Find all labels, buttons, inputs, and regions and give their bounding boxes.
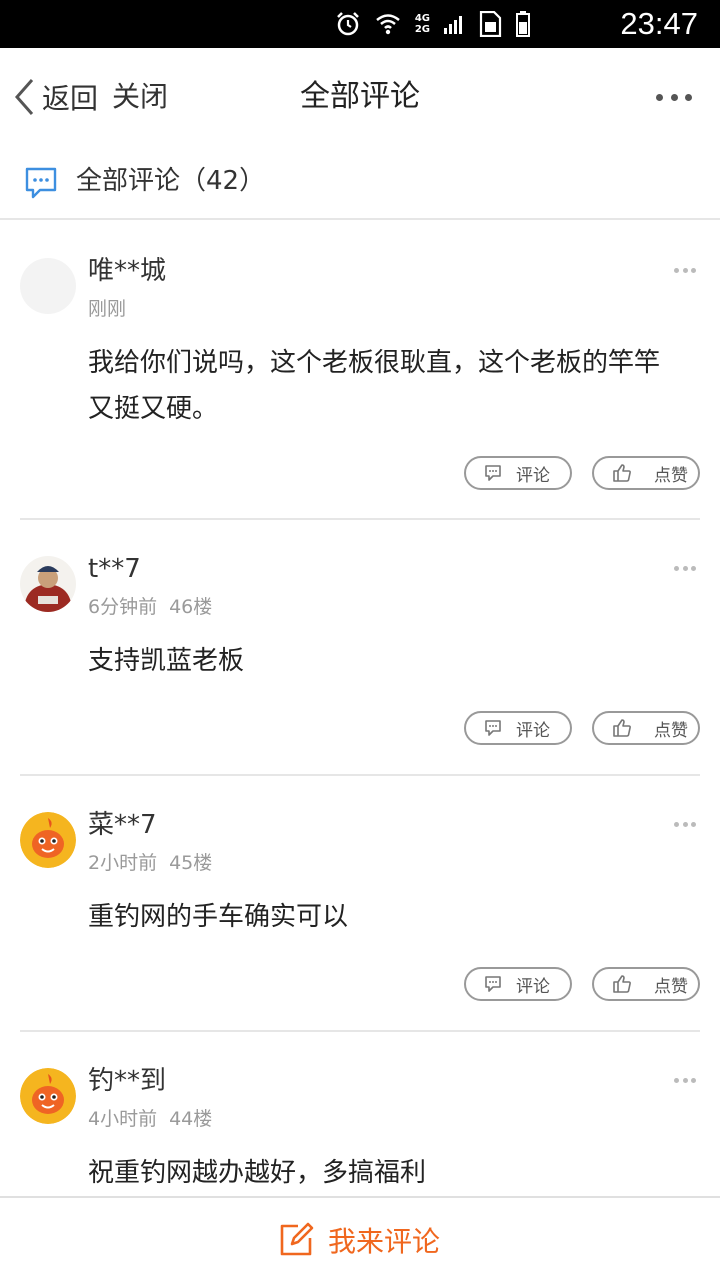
more-dot-icon bbox=[674, 1078, 679, 1083]
more-dot-icon bbox=[691, 566, 696, 571]
comment-item: 菜**7 2小时前 45楼 重钓网的手车确实可以 评论 点赞 bbox=[20, 776, 700, 1032]
like-label: 点赞 bbox=[654, 976, 688, 997]
reply-label: 评论 bbox=[516, 720, 550, 741]
more-dot-icon bbox=[682, 566, 688, 571]
avatar[interactable] bbox=[20, 556, 76, 612]
chevron-left-icon bbox=[14, 79, 34, 115]
nav-bar: 返回 关闭 全部评论 bbox=[0, 48, 720, 146]
more-dot-icon bbox=[682, 1078, 688, 1083]
like-button[interactable]: 点赞 bbox=[592, 967, 700, 1001]
alarm-icon bbox=[336, 12, 359, 36]
comment-item: t**7 6分钟前 46楼 支持凯蓝老板 评论 点赞 bbox=[20, 520, 700, 776]
comment-more-button[interactable] bbox=[674, 822, 696, 830]
reply-button[interactable]: 评论 bbox=[464, 456, 572, 490]
comment-username[interactable]: 唯**城 bbox=[88, 254, 166, 288]
comment-time: 4小时前 bbox=[88, 1108, 158, 1130]
more-dot-icon bbox=[691, 1078, 696, 1083]
comment-username[interactable]: t**7 bbox=[88, 552, 141, 586]
user-photo-icon bbox=[20, 556, 76, 612]
thumbs-up-icon bbox=[613, 975, 631, 993]
more-dot-icon bbox=[691, 822, 696, 827]
comment-floor: 46楼 bbox=[169, 596, 213, 618]
reply-label: 评论 bbox=[516, 976, 550, 997]
comment-bubble-icon bbox=[25, 167, 57, 199]
comment-meta: 刚刚 bbox=[88, 296, 126, 322]
status-bar: 4G 2G 23:47 bbox=[0, 0, 720, 48]
comment-time: 6分钟前 bbox=[88, 596, 158, 618]
network-4g: 4G bbox=[414, 13, 430, 24]
more-options-button[interactable] bbox=[656, 86, 692, 108]
comment-meta: 6分钟前 46楼 bbox=[88, 594, 212, 620]
comment-floor: 44楼 bbox=[169, 1108, 213, 1130]
like-button[interactable]: 点赞 bbox=[592, 711, 700, 745]
comment-more-button[interactable] bbox=[674, 566, 696, 574]
back-label: 返回 bbox=[42, 82, 99, 115]
comments-count-label: 全部评论（42） bbox=[76, 166, 266, 196]
sim-icon bbox=[479, 11, 502, 37]
edit-icon bbox=[280, 1222, 314, 1256]
comment-more-button[interactable] bbox=[674, 268, 696, 276]
comment-time: 刚刚 bbox=[88, 298, 127, 320]
comment-text: 重钓网的手车确实可以 bbox=[88, 902, 349, 932]
like-button[interactable]: 点赞 bbox=[592, 456, 700, 490]
more-dot-icon bbox=[682, 268, 688, 273]
comment-meta: 4小时前 44楼 bbox=[88, 1106, 212, 1132]
comment-text: 祝重钓网越办越好，多搞福利 bbox=[88, 1158, 427, 1188]
close-button[interactable]: 关闭 bbox=[112, 72, 168, 122]
mascot-avatar-icon bbox=[20, 1068, 76, 1124]
comment-username[interactable]: 菜**7 bbox=[88, 808, 157, 842]
more-dot-icon bbox=[656, 93, 663, 101]
avatar[interactable] bbox=[20, 1068, 76, 1124]
more-dot-icon bbox=[682, 822, 688, 827]
comment-text: 支持凯蓝老板 bbox=[88, 646, 245, 676]
wifi-icon bbox=[376, 14, 400, 35]
back-button[interactable]: 返回 bbox=[12, 72, 98, 122]
page-title: 全部评论 bbox=[300, 79, 420, 114]
battery-icon bbox=[516, 11, 530, 37]
comment-time: 2小时前 bbox=[88, 852, 158, 874]
more-dot-icon bbox=[685, 93, 692, 101]
write-comment-button[interactable]: 我来评论 bbox=[278, 1218, 440, 1262]
mascot-avatar-icon bbox=[20, 812, 76, 868]
thumbs-up-icon bbox=[613, 719, 631, 737]
comment-icon bbox=[485, 976, 501, 992]
more-dot-icon bbox=[674, 822, 679, 827]
bottom-bar: 我来评论 bbox=[0, 1196, 720, 1280]
avatar[interactable] bbox=[20, 812, 76, 868]
comment-text: 我给你们说吗，这个老板很耿直，这个老板的竿竿又挺又硬。 bbox=[88, 348, 661, 424]
comment-item: 钓**到 4小时前 44楼 祝重钓网越办越好，多搞福利 bbox=[20, 1032, 700, 1196]
write-comment-label: 我来评论 bbox=[328, 1225, 441, 1258]
comment-more-button[interactable] bbox=[674, 1078, 696, 1086]
like-label: 点赞 bbox=[654, 465, 688, 486]
more-dot-icon bbox=[674, 268, 679, 273]
network-2g: 2G bbox=[414, 24, 430, 35]
more-dot-icon bbox=[670, 93, 678, 101]
comment-floor: 45楼 bbox=[169, 852, 213, 874]
reply-button[interactable]: 评论 bbox=[464, 967, 572, 1001]
reply-button[interactable]: 评论 bbox=[464, 711, 572, 745]
comments-section-header: 全部评论（42） bbox=[0, 146, 720, 220]
reply-label: 评论 bbox=[516, 465, 550, 486]
signal-icon bbox=[444, 16, 462, 34]
comment-username[interactable]: 钓**到 bbox=[88, 1064, 166, 1098]
comment-icon bbox=[485, 720, 501, 736]
network-type: 4G 2G bbox=[415, 13, 430, 35]
thumbs-up-icon bbox=[613, 464, 631, 482]
comment-meta: 2小时前 45楼 bbox=[88, 850, 212, 876]
avatar[interactable] bbox=[20, 258, 76, 314]
more-dot-icon bbox=[674, 566, 679, 571]
more-dot-icon bbox=[691, 268, 696, 273]
status-time: 23:47 bbox=[620, 6, 698, 41]
comment-item: 唯**城 刚刚 我给你们说吗，这个老板很耿直，这个老板的竿竿又挺又硬。 评论 点… bbox=[20, 222, 700, 520]
comment-icon bbox=[485, 465, 501, 481]
status-icons: 4G 2G bbox=[335, 10, 530, 38]
like-label: 点赞 bbox=[654, 720, 688, 741]
